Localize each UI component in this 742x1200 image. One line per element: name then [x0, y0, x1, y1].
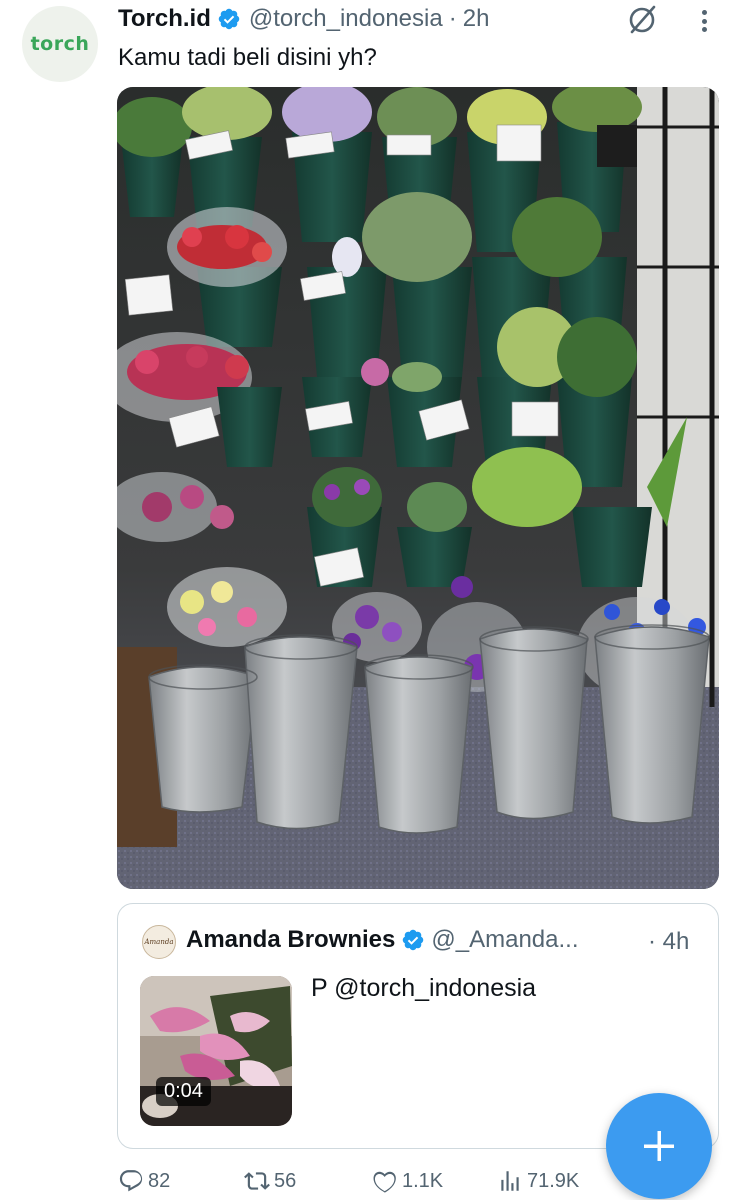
avatar-logo-text: torch	[30, 33, 90, 55]
separator-dot: ·	[448, 5, 457, 32]
tweet-header: Torch.id @torch_indonesia · 2h	[118, 4, 489, 34]
quoted-author-avatar[interactable]: Amanda	[142, 925, 176, 959]
verified-badge-icon	[218, 8, 240, 30]
plus-icon	[644, 1131, 674, 1161]
quoted-video-thumbnail[interactable]: 0:04	[140, 976, 292, 1126]
more-icon[interactable]	[694, 6, 714, 36]
heart-icon	[373, 1171, 396, 1193]
reply-icon	[119, 1170, 143, 1192]
flower-shop-photo	[117, 87, 719, 889]
reply-count: 82	[148, 1169, 171, 1192]
views-button[interactable]: 71.9K	[497, 1168, 579, 1194]
tweet-text: Kamu tadi beli disini yh?	[118, 44, 377, 71]
repost-icon	[244, 1172, 270, 1190]
quoted-author-display-name[interactable]: Amanda Brownies	[186, 926, 395, 954]
tweet-photo[interactable]	[117, 87, 719, 889]
grok-icon[interactable]	[626, 4, 658, 36]
compose-button[interactable]	[606, 1093, 712, 1199]
quoted-time-value: 4h	[662, 928, 690, 955]
view-count: 71.9K	[527, 1169, 580, 1192]
author-handle[interactable]: @torch_indonesia	[249, 5, 443, 33]
author-display-name[interactable]: Torch.id	[118, 5, 211, 33]
like-count: 1.1K	[402, 1169, 444, 1192]
quoted-avatar-logo-text: Amanda	[144, 938, 174, 946]
repost-button[interactable]: 56	[244, 1168, 296, 1194]
tweet-timestamp[interactable]: 2h	[463, 5, 490, 33]
quoted-tweet-header: Amanda Brownies @_Amanda...	[186, 926, 579, 954]
quoted-separator-dot: ·	[648, 928, 656, 955]
like-button[interactable]: 1.1K	[372, 1168, 443, 1194]
author-avatar[interactable]: torch	[22, 6, 98, 82]
verified-badge-icon	[403, 929, 424, 951]
quoted-author-handle[interactable]: @_Amanda...	[431, 926, 578, 954]
reply-button[interactable]: 82	[118, 1168, 170, 1194]
quoted-tweet-text: P @torch_indonesia	[311, 974, 537, 1002]
quoted-tweet-timestamp[interactable]: · 4h	[648, 928, 689, 956]
repost-count: 56	[274, 1169, 297, 1192]
views-icon	[501, 1171, 519, 1191]
video-duration-badge: 0:04	[156, 1077, 211, 1106]
